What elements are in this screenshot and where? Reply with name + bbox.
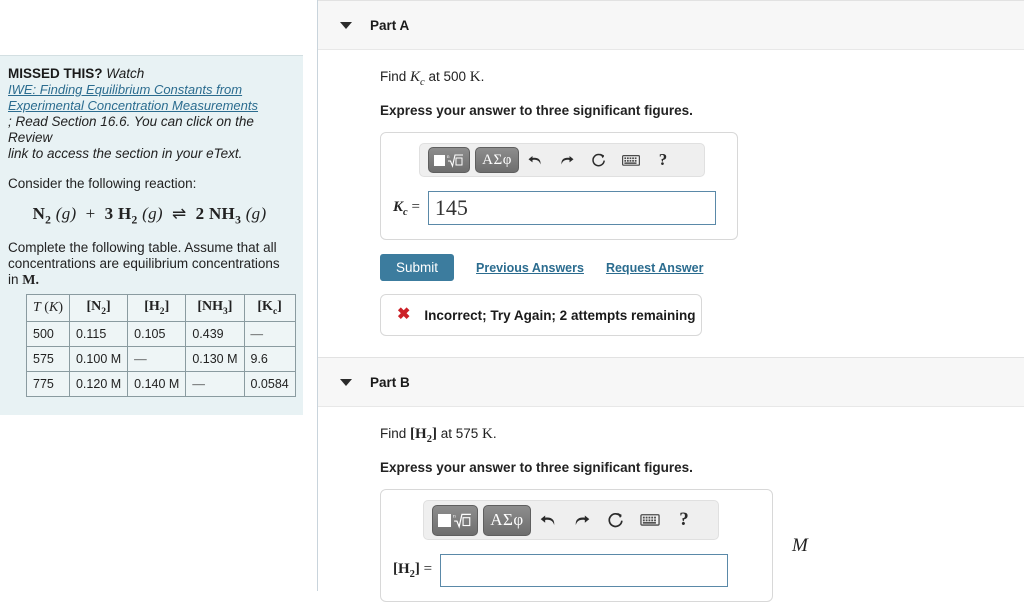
cell-nh3: 0.439 bbox=[185, 321, 245, 348]
keyboard-icon[interactable] bbox=[615, 147, 647, 173]
table-header-h2: [H2] bbox=[127, 294, 187, 323]
part-a-title: Part A bbox=[370, 17, 410, 33]
part-b-title: Part B bbox=[370, 374, 410, 390]
part-b-answer-card: n ΑΣφ ? [H2] = bbox=[380, 489, 773, 602]
table-header-temperature: T (K) bbox=[26, 294, 70, 323]
part-b-card-row: n ΑΣφ ? [H2] = M bbox=[380, 489, 1024, 602]
complete-line2: concentrations are equilibrium concentra… bbox=[8, 256, 280, 288]
part-b-instruction: Express your answer to three significant… bbox=[380, 460, 693, 475]
table-row: 775 0.120 M 0.140 M — 0.0584 bbox=[26, 371, 296, 398]
cell-temperature: 500 bbox=[26, 321, 70, 348]
hint-panel: MISSED THIS? Watch IWE: Finding Equilibr… bbox=[0, 55, 303, 416]
part-b-question-prefix: Find bbox=[380, 426, 407, 441]
part-b-input-row: [H2] = bbox=[393, 554, 760, 587]
cell-temperature: 575 bbox=[26, 346, 70, 373]
cell-n2: 0.120 M bbox=[68, 371, 129, 398]
part-a-body: Find Kc at 500 K. Express your answer to… bbox=[318, 50, 1024, 336]
table-header-n2: [N2] bbox=[68, 294, 129, 323]
chevron-down-icon[interactable] bbox=[340, 21, 352, 29]
undo-icon[interactable] bbox=[519, 147, 551, 173]
reaction-equation: N2 (g) + 3 H2 (g) ⇌ 2 NH3 (g) bbox=[32, 204, 267, 227]
complete-unit: M. bbox=[22, 273, 39, 289]
iwe-link-line2[interactable]: Experimental Concentration Measurements bbox=[8, 98, 291, 114]
part-a-instruction: Express your answer to three significant… bbox=[380, 103, 693, 118]
cell-kc: — bbox=[243, 321, 296, 348]
concentration-table: T (K) [N2] [H2] [NH3] [Kc] 500 0.115 0.1… bbox=[26, 294, 296, 398]
complete-line1: Complete the following table. Assume tha… bbox=[8, 240, 277, 256]
part-a-field-label: Kc = bbox=[393, 198, 420, 218]
table-header-row: T (K) [N2] [H2] [NH3] [Kc] bbox=[26, 294, 296, 323]
table-row: 575 0.100 M — 0.130 M 9.6 bbox=[26, 346, 296, 373]
cell-h2: 0.105 bbox=[127, 321, 187, 348]
hint-tail-line1: ; Read Section 16.6. You can click on th… bbox=[8, 114, 254, 145]
chevron-down-icon[interactable] bbox=[340, 378, 352, 386]
part-b-answer-input[interactable] bbox=[440, 554, 729, 587]
iwe-link-line1[interactable]: IWE: Finding Equilibrium Constants from bbox=[8, 82, 291, 98]
svg-text:n: n bbox=[447, 155, 450, 160]
part-a-question-suffix: at 500 K. bbox=[428, 69, 485, 85]
part-b-unit-label: M bbox=[792, 534, 808, 556]
part-a-input-row: Kc = bbox=[393, 191, 725, 225]
svg-text:n: n bbox=[453, 513, 456, 519]
part-a-question-prefix: Find bbox=[380, 69, 407, 84]
part-a-answer-input[interactable] bbox=[427, 191, 716, 225]
math-template-button[interactable]: n bbox=[432, 504, 478, 536]
left-pane: MISSED THIS? Watch IWE: Finding Equilibr… bbox=[0, 0, 303, 591]
help-icon[interactable]: ? bbox=[647, 147, 679, 173]
part-b-question: Find [H2] at 575 K. bbox=[380, 425, 1024, 449]
part-a-math-toolbar: n ΑΣφ ? bbox=[419, 143, 705, 177]
missed-this-label: MISSED THIS? bbox=[8, 66, 103, 81]
table-row: 500 0.115 0.105 0.439 — bbox=[26, 321, 296, 348]
cell-kc: 9.6 bbox=[243, 346, 296, 373]
part-b-header[interactable]: Part B bbox=[318, 357, 1024, 407]
right-pane: Part A Find Kc at 500 K. Express your an… bbox=[318, 0, 1024, 602]
undo-icon[interactable] bbox=[531, 505, 565, 536]
math-template-button[interactable]: n bbox=[428, 147, 470, 173]
submit-button[interactable]: Submit bbox=[380, 254, 455, 281]
part-b-section: Part B Find [H2] at 575 K. Express your … bbox=[318, 357, 1024, 602]
part-a-question-symbol: Kc bbox=[410, 69, 425, 88]
cell-n2: 0.100 M bbox=[68, 346, 129, 373]
keyboard-icon[interactable] bbox=[633, 505, 667, 536]
help-icon[interactable]: ? bbox=[667, 505, 701, 536]
cell-h2: — bbox=[127, 346, 187, 373]
nth-root-icon: n bbox=[438, 511, 472, 530]
redo-icon[interactable] bbox=[551, 147, 583, 173]
part-b-body: Find [H2] at 575 K. Express your answer … bbox=[318, 407, 1024, 602]
request-answer-link[interactable]: Request Answer bbox=[606, 261, 703, 275]
page-root: MISSED THIS? Watch IWE: Finding Equilibr… bbox=[0, 0, 1024, 602]
nth-root-icon: n bbox=[434, 152, 464, 169]
hint-tail-line2: link to access the section in your eText… bbox=[8, 146, 243, 161]
table-header-kc: [Kc] bbox=[243, 294, 296, 323]
reset-icon[interactable] bbox=[583, 147, 615, 173]
reset-icon[interactable] bbox=[599, 505, 633, 536]
error-x-icon: ✖ bbox=[397, 306, 411, 323]
cell-n2: 0.115 bbox=[68, 321, 129, 348]
part-b-math-toolbar: n ΑΣφ ? bbox=[423, 500, 719, 540]
previous-answers-link[interactable]: Previous Answers bbox=[476, 261, 584, 275]
consider-text: Consider the following reaction: bbox=[8, 176, 197, 191]
part-a-answer-card: n ΑΣφ ? Kc = 145 bbox=[380, 132, 738, 240]
table-header-nh3: [NH3] bbox=[185, 294, 245, 323]
greek-symbols-button[interactable]: ΑΣφ bbox=[475, 147, 519, 173]
complete-table-instruction: Complete the following table. Assume tha… bbox=[8, 240, 291, 289]
cell-temperature: 775 bbox=[26, 371, 70, 398]
redo-icon[interactable] bbox=[565, 505, 599, 536]
watch-label: Watch bbox=[106, 66, 145, 81]
cell-kc: 0.0584 bbox=[243, 371, 296, 398]
part-a-submit-row: Submit Previous Answers Request Answer bbox=[380, 254, 1024, 281]
part-b-question-symbol: [H2] bbox=[410, 426, 437, 445]
greek-symbols-button[interactable]: ΑΣφ bbox=[483, 504, 531, 536]
feedback-message: Incorrect; Try Again; 2 attempts remaini… bbox=[424, 307, 696, 323]
cell-nh3: 0.130 M bbox=[185, 346, 245, 373]
part-b-question-suffix: at 575 K. bbox=[440, 426, 497, 442]
part-a-header[interactable]: Part A bbox=[318, 0, 1024, 50]
part-a-question: Find Kc at 500 K. bbox=[380, 68, 1024, 92]
part-a-feedback: ✖ Incorrect; Try Again; 2 attempts remai… bbox=[380, 294, 702, 336]
cell-nh3: — bbox=[185, 371, 245, 398]
hint-heading: MISSED THIS? Watch bbox=[8, 66, 291, 82]
cell-h2: 0.140 M bbox=[127, 371, 187, 398]
part-b-field-label: [H2] = bbox=[393, 561, 433, 580]
